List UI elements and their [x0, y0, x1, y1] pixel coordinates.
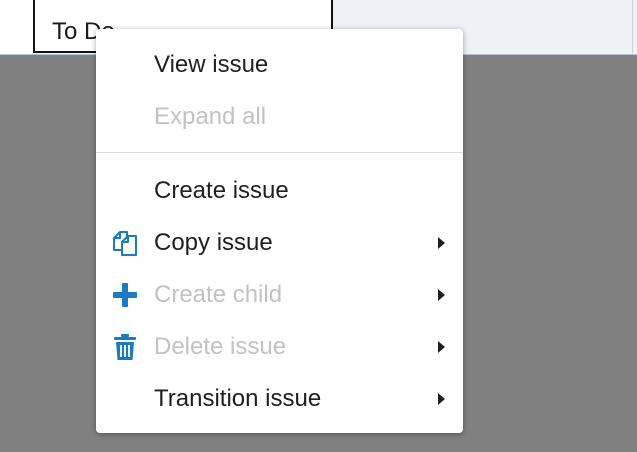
menu-item-view-issue[interactable]: View issue: [96, 39, 463, 91]
menu-item-label: View issue: [154, 51, 269, 78]
plus-icon: [110, 280, 140, 310]
menu-item-label: Delete issue: [154, 333, 287, 360]
menu-item-copy-issue[interactable]: Copy issue: [96, 217, 463, 269]
menu-item-delete-issue: Delete issue: [96, 321, 463, 373]
menu-item-label: Create issue: [154, 177, 289, 204]
menu-separator: [96, 152, 463, 153]
submenu-arrow-icon: [438, 341, 445, 353]
context-menu: View issue Expand all Create issue Copy …: [96, 29, 463, 433]
menu-item-label: Expand all: [154, 103, 267, 130]
menu-item-expand-all: Expand all: [96, 91, 463, 143]
submenu-arrow-icon: [438, 393, 445, 405]
menu-item-create-issue[interactable]: Create issue: [96, 165, 463, 217]
menu-item-transition-issue[interactable]: Transition issue: [96, 373, 463, 425]
submenu-arrow-icon: [438, 289, 445, 301]
menu-item-label: Create child: [154, 281, 283, 308]
submenu-arrow-icon: [438, 237, 445, 249]
menu-item-label: Transition issue: [154, 385, 322, 412]
menu-item-label: Copy issue: [154, 229, 273, 256]
copy-icon: [110, 228, 140, 258]
trash-icon: [110, 332, 140, 362]
menu-item-create-child: Create child: [96, 269, 463, 321]
grid-cell-left[interactable]: [0, 0, 34, 54]
